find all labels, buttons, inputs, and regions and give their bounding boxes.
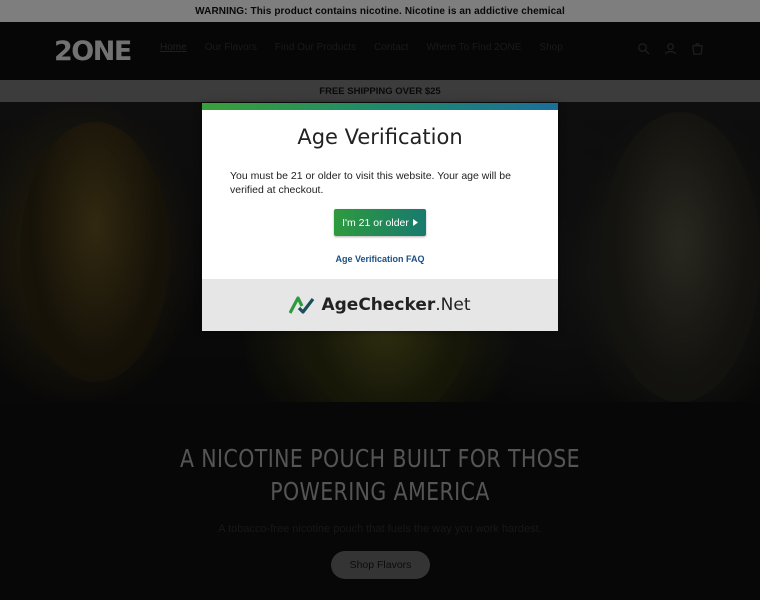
confirm-age-label: I'm 21 or older	[342, 216, 409, 229]
brand-bold: AgeChecker	[321, 295, 436, 315]
modal-accent-stripe	[202, 103, 558, 110]
agechecker-brand: AgeChecker.Net	[321, 295, 470, 315]
modal-message: You must be 21 or older to visit this we…	[230, 170, 511, 196]
age-verification-modal: Age Verification You must be 21 or older…	[202, 103, 558, 331]
confirm-age-button[interactable]: I'm 21 or older	[334, 209, 426, 236]
age-verification-faq-link[interactable]: Age Verification FAQ	[202, 254, 558, 264]
caret-right-icon	[412, 219, 418, 226]
modal-footer: AgeChecker.Net	[202, 279, 558, 331]
brand-rest: .Net	[435, 295, 471, 315]
modal-title: Age Verification	[297, 125, 463, 149]
agechecker-logo-icon	[289, 296, 315, 314]
